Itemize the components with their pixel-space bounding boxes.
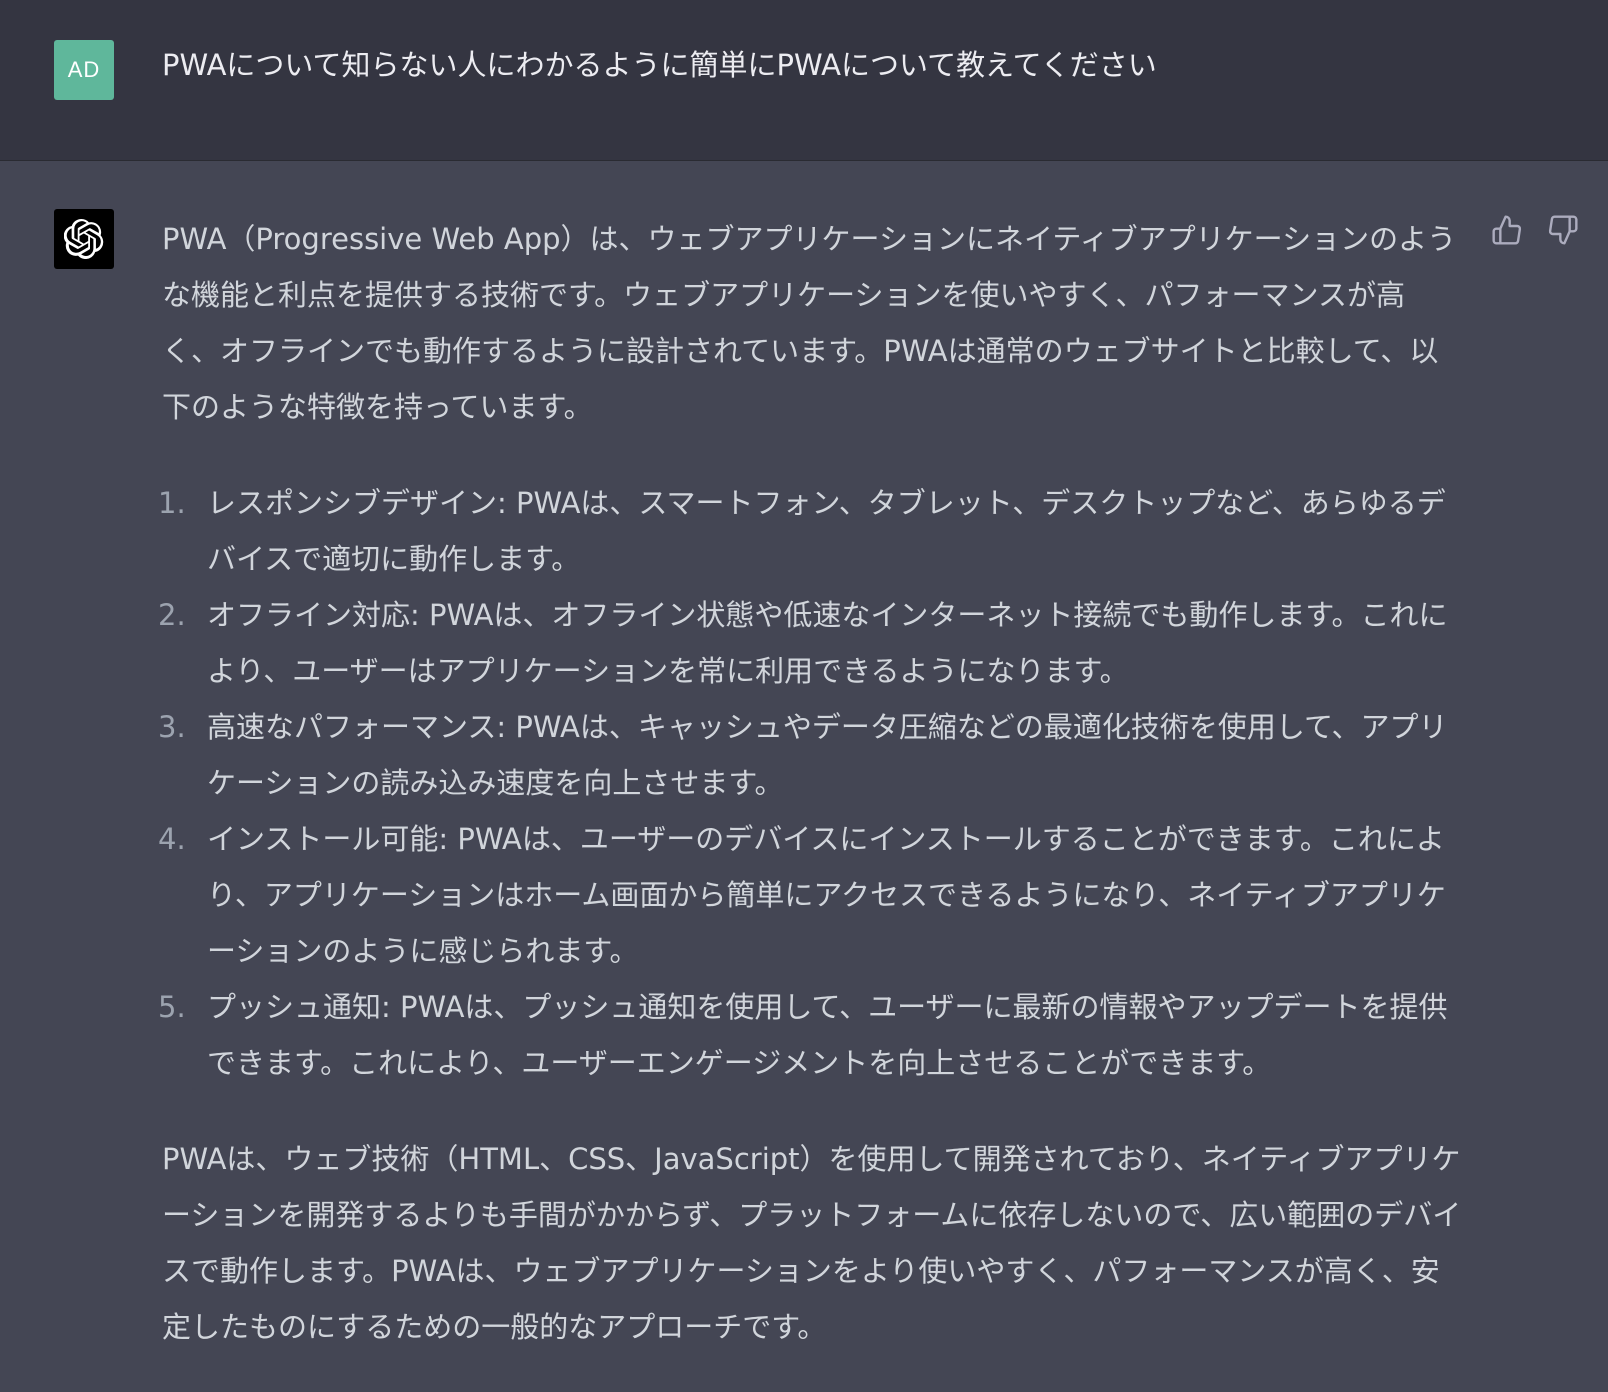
- list-item: 1. レスポンシブデザイン: PWAは、スマートフォン、タブレット、デスクトップな…: [158, 475, 1462, 587]
- list-item-number: 5.: [158, 990, 186, 1024]
- list-item-number: 3.: [158, 710, 186, 744]
- list-item: 3. 高速なパフォーマンス: PWAは、キャッシュやデータ圧縮などの最適化技術を使…: [158, 699, 1462, 811]
- list-item-number: 2.: [158, 598, 186, 632]
- list-item-text: プッシュ通知: PWAは、プッシュ通知を使用して、ユーザーに最新の情報やアップデ…: [207, 990, 1448, 1080]
- list-item-number: 4.: [158, 822, 186, 856]
- conclusion-paragraph: PWAは、ウェブ技術（HTML、CSS、JavaScript）を使用して開発され…: [162, 1142, 1462, 1344]
- thumbs-up-icon[interactable]: [1490, 213, 1524, 247]
- openai-logo-icon: [54, 209, 114, 269]
- thumbs-down-icon[interactable]: [1546, 213, 1580, 247]
- list-item: 4. インストール可能: PWAは、ユーザーのデバイスにインストールすることができ…: [158, 811, 1462, 979]
- intro-paragraph: PWA（Progressive Web App）は、ウェブアプリケーションにネイ…: [162, 222, 1457, 424]
- user-message-row: AD PWAについて知らない人にわかるように簡単にPWAについて教えてください: [0, 0, 1608, 161]
- user-message-text: PWAについて知らない人にわかるように簡単にPWAについて教えてください: [162, 48, 1157, 82]
- list-item-text: オフライン対応: PWAは、オフライン状態や低速なインターネット接続でも動作しま…: [207, 598, 1448, 688]
- list-item-text: インストール可能: PWAは、ユーザーのデバイスにインストールすることができます…: [207, 822, 1446, 968]
- list-item-text: 高速なパフォーマンス: PWAは、キャッシュやデータ圧縮などの最適化技術を使用し…: [207, 710, 1448, 800]
- feature-list: 1. レスポンシブデザイン: PWAは、スマートフォン、タブレット、デスクトップな…: [158, 475, 1462, 1091]
- list-item: 2. オフライン対応: PWAは、オフライン状態や低速なインターネット接続でも動作…: [158, 587, 1462, 699]
- list-item: 5. プッシュ通知: PWAは、プッシュ通知を使用して、ユーザーに最新の情報やアッ…: [158, 979, 1462, 1091]
- assistant-message-row: PWA（Progressive Web App）は、ウェブアプリケーションにネイ…: [0, 161, 1608, 1392]
- list-item-number: 1.: [158, 486, 186, 520]
- assistant-message-content: PWA（Progressive Web App）は、ウェブアプリケーションにネイ…: [158, 211, 1462, 1355]
- list-item-text: レスポンシブデザイン: PWAは、スマートフォン、タブレット、デスクトップなど、…: [207, 486, 1446, 576]
- user-avatar: AD: [54, 40, 114, 100]
